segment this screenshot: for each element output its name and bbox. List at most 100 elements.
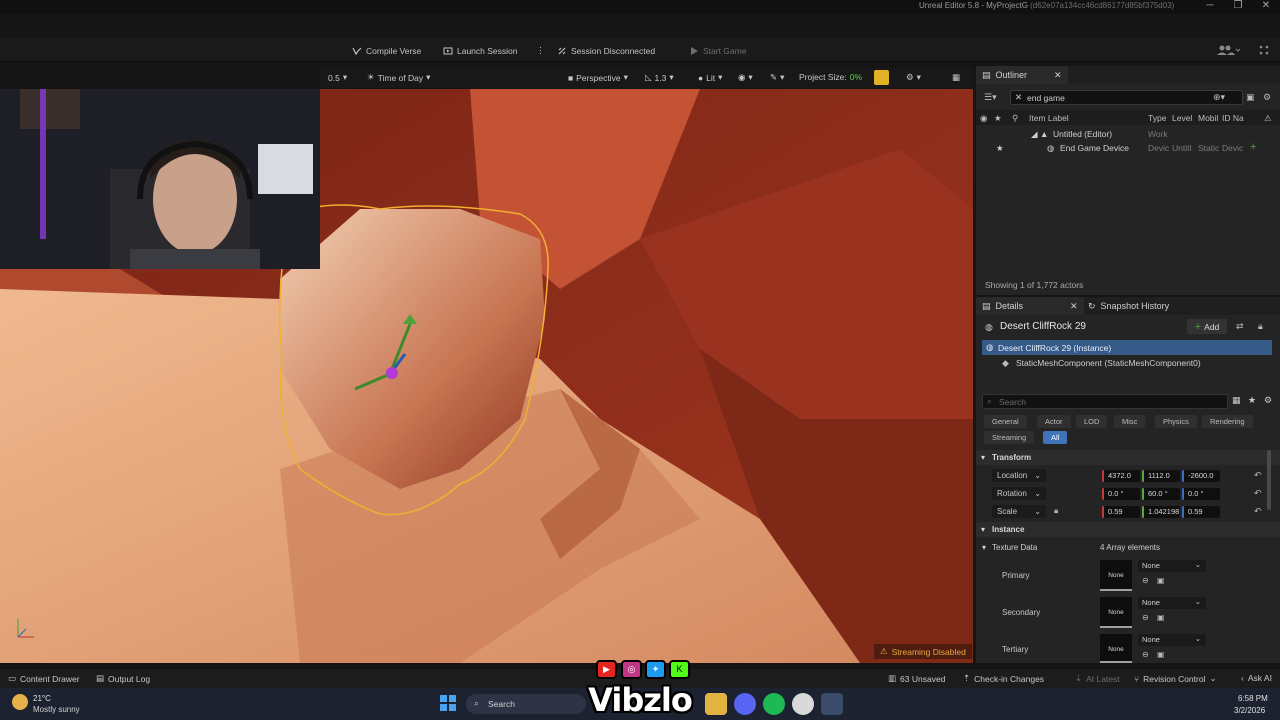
browse-icon[interactable]: ▣: [1157, 576, 1165, 585]
use-selected-icon[interactable]: ⊖: [1142, 650, 1149, 659]
show-flags-dropdown[interactable]: ◉ ▾: [738, 72, 753, 83]
chrome-icon[interactable]: [792, 693, 814, 715]
secondary-texture-dropdown[interactable]: None ⌄: [1138, 597, 1206, 609]
browse-icon[interactable]: ▣: [1157, 650, 1165, 659]
compile-verse-button[interactable]: Compile Verse: [352, 43, 421, 58]
multiplayer-icon[interactable]: [1216, 44, 1240, 56]
tertiary-texture-thumbnail[interactable]: None: [1100, 634, 1132, 663]
primary-texture-thumbnail[interactable]: None: [1100, 560, 1132, 591]
add-filter-icon[interactable]: ⊕▾: [1213, 92, 1225, 103]
taskbar-search-box[interactable]: ⌕ Search: [466, 694, 586, 714]
rotation-z-input[interactable]: 0.0 °: [1182, 488, 1220, 500]
category-actor[interactable]: Actor: [1037, 415, 1071, 428]
perspective-dropdown[interactable]: ■ Perspective ▾: [568, 72, 628, 83]
location-y-input[interactable]: 1112.0: [1142, 470, 1180, 482]
realtime-toggle-icon[interactable]: [874, 70, 889, 85]
table-view-icon[interactable]: ▦: [1232, 395, 1241, 406]
settings-grid-icon[interactable]: [1258, 44, 1270, 56]
fov-dropdown[interactable]: ◺ 1.3 ▾: [645, 72, 674, 83]
snapping-dropdown[interactable]: ✎ ▾: [770, 72, 784, 83]
output-log-button[interactable]: ▤ Output Log: [96, 673, 150, 684]
gear-icon[interactable]: ⚙: [1264, 395, 1272, 406]
launch-session-button[interactable]: Launch Session: [443, 43, 518, 58]
column-mobility[interactable]: Mobil: [1198, 113, 1218, 123]
weather-description[interactable]: Mostly sunny: [33, 705, 80, 714]
add-component-button[interactable]: + Add: [1187, 319, 1227, 334]
location-z-input[interactable]: -2600.0: [1182, 470, 1220, 482]
rotation-dropdown[interactable]: Rotation ⌄: [992, 487, 1046, 500]
viewport-settings-dropdown[interactable]: ⚙ ▾: [906, 72, 921, 83]
scale-y-input[interactable]: 1.042198: [1142, 506, 1180, 518]
reset-icon[interactable]: ↶: [1254, 470, 1262, 481]
use-selected-icon[interactable]: ⊖: [1142, 613, 1149, 622]
transform-section-header[interactable]: ▾ Transform: [976, 450, 1280, 465]
session-status[interactable]: Session Disconnected: [557, 43, 655, 58]
at-latest-status[interactable]: ⇣ At Latest: [1075, 673, 1120, 684]
reset-icon[interactable]: ↶: [1254, 506, 1262, 517]
level-viewport[interactable]: ⚠ Streaming Disabled: [0, 89, 973, 663]
close-icon[interactable]: ✕: [1054, 70, 1062, 81]
column-id-name[interactable]: ID Na: [1222, 113, 1244, 123]
category-physics[interactable]: Physics: [1155, 415, 1197, 428]
discord-icon[interactable]: [734, 693, 756, 715]
instance-section-header[interactable]: ▾ Instance: [976, 522, 1280, 537]
tertiary-texture-dropdown[interactable]: None ⌄: [1138, 634, 1206, 646]
details-scrollbar[interactable]: [1267, 450, 1271, 510]
category-lod[interactable]: LOD: [1076, 415, 1108, 428]
category-all[interactable]: All: [1043, 431, 1068, 444]
details-search-input[interactable]: ⌕ Search: [982, 394, 1228, 409]
component-instance-row[interactable]: ◍ Desert CliffRock 29 (Instance): [982, 340, 1272, 355]
filter-icon[interactable]: ☰▾: [984, 92, 997, 103]
clock-time[interactable]: 6:58 PM: [1238, 694, 1268, 703]
browse-icon[interactable]: ▣: [1157, 613, 1165, 622]
outliner-row-end-game-device[interactable]: ★ ◍ End Game Device Devic Untitl Static …: [976, 141, 1280, 155]
revision-control-dropdown[interactable]: ⑂ Revision Control ⌄: [1134, 673, 1217, 684]
minimize-button[interactable]: ─: [1200, 0, 1220, 11]
clear-search-icon[interactable]: ✕: [1015, 92, 1022, 103]
static-mesh-component-row[interactable]: StaticMeshComponent (StaticMeshComponent…: [1016, 358, 1201, 368]
category-general[interactable]: General: [984, 415, 1027, 428]
spotify-icon[interactable]: [763, 693, 785, 715]
tab-outliner[interactable]: ▤ Outliner ✕: [976, 66, 1068, 84]
column-level[interactable]: Level: [1172, 113, 1192, 123]
texture-data-row[interactable]: ▾ Texture Data 4 Array elements: [976, 540, 1280, 555]
weather-sun-icon[interactable]: [12, 694, 28, 710]
add-icon[interactable]: +: [1250, 141, 1256, 153]
outliner-search-input[interactable]: ✕ end game: [1010, 90, 1243, 105]
outliner-settings-icon[interactable]: ⚙: [1263, 92, 1271, 103]
scale-dropdown[interactable]: Scale ⌄: [992, 505, 1046, 518]
unsaved-button[interactable]: ▥ 63 Unsaved: [888, 673, 945, 684]
visibility-eye-icon[interactable]: ◉: [980, 113, 987, 124]
weather-temperature[interactable]: 21°C: [33, 694, 51, 703]
file-explorer-icon[interactable]: [705, 693, 727, 715]
category-rendering[interactable]: Rendering: [1202, 415, 1253, 428]
expand-arrow-icon[interactable]: ◢: [1031, 129, 1038, 140]
favorite-star-icon[interactable]: ★: [996, 143, 1004, 154]
view-mode-dropdown[interactable]: ● Lit ▾: [698, 72, 722, 83]
content-drawer-button[interactable]: ▭ Content Drawer: [8, 673, 80, 684]
blueprint-icon[interactable]: ⇄: [1236, 321, 1244, 332]
tab-details[interactable]: ▤ Details ✕: [976, 297, 1084, 315]
scale-x-input[interactable]: 0.59: [1102, 506, 1140, 518]
location-x-input[interactable]: 4372.0: [1102, 470, 1140, 482]
rotation-y-input[interactable]: 60.0 °: [1142, 488, 1180, 500]
time-of-day-dropdown[interactable]: ☀ Time of Day ▾: [367, 72, 430, 83]
camera-speed-dropdown[interactable]: 0.5 ▾: [328, 72, 347, 83]
windows-start-icon[interactable]: [440, 695, 456, 711]
start-game-button[interactable]: Start Game: [689, 43, 746, 58]
scale-z-input[interactable]: 0.59: [1182, 506, 1220, 518]
layout-grid-icon[interactable]: ▦: [952, 72, 960, 83]
lock-icon[interactable]: 🔒︎: [1258, 321, 1263, 332]
unreal-editor-icon[interactable]: [821, 693, 843, 715]
use-selected-icon[interactable]: ⊖: [1142, 576, 1149, 585]
folder-icon[interactable]: ▣: [1246, 92, 1255, 103]
primary-texture-dropdown[interactable]: None ⌄: [1138, 560, 1206, 572]
outliner-row-world[interactable]: ◢ ▲ Untitled (Editor) Work: [976, 127, 1280, 141]
pin-icon[interactable]: ⚲: [1012, 113, 1018, 124]
favorite-star-icon[interactable]: ★: [1248, 395, 1256, 406]
scale-lock-icon[interactable]: 🔒︎: [1054, 506, 1058, 516]
session-options-button[interactable]: ⋮: [536, 43, 545, 58]
favorite-star-icon[interactable]: ★: [994, 113, 1002, 124]
rotation-x-input[interactable]: 0.0 °: [1102, 488, 1140, 500]
category-misc[interactable]: Misc: [1114, 415, 1146, 428]
